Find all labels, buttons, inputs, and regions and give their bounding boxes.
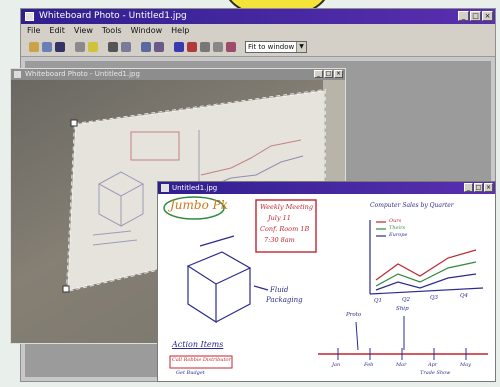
window-controls: _ □ ×: [458, 11, 493, 21]
doc-close-button[interactable]: ×: [484, 183, 493, 192]
document-window-controls: _ □ ×: [464, 183, 493, 192]
toolbar: Fit to window ▼: [21, 37, 495, 57]
menu-edit[interactable]: Edit: [49, 24, 65, 37]
meeting-note-1: Weekly Meeting: [260, 203, 313, 211]
timeline-mark-ship: Ship: [396, 306, 409, 312]
doc-minimize-button[interactable]: _: [464, 183, 473, 192]
close-button[interactable]: ×: [482, 11, 493, 21]
chart-tick-q3: Q3: [430, 295, 439, 301]
series-europe: [375, 273, 477, 291]
maximize-button[interactable]: □: [470, 11, 481, 21]
paint-icon[interactable]: [88, 41, 98, 52]
menu-window[interactable]: Window: [131, 24, 163, 37]
undo-icon[interactable]: [174, 41, 184, 52]
zoom-select[interactable]: Fit to window ▼: [245, 40, 307, 53]
chart-tick-q1: Q1: [374, 298, 383, 304]
action-item-2: Get Budget: [176, 370, 205, 376]
menu-view[interactable]: View: [74, 24, 93, 37]
photo-close-button[interactable]: ×: [334, 70, 343, 78]
crop-handle-tl[interactable]: [70, 119, 78, 127]
timeline-label-apr: Apr: [428, 362, 438, 368]
pen-icon[interactable]: [226, 41, 236, 52]
app-titlebar[interactable]: Whiteboard Photo - Untitled1.jpg _ □ ×: [21, 9, 495, 24]
whiteboard-document: Jumbo Pk Weekly Meeting July 11 Conf. Ro…: [158, 194, 495, 381]
document-window-titlebar[interactable]: Untitled1.jpg _ □ ×: [158, 182, 495, 194]
photo-window-title: Whiteboard Photo - Untitled1.jpg: [25, 70, 140, 78]
legend-europe: Europe: [389, 232, 408, 238]
photo-maximize-button[interactable]: □: [324, 70, 333, 78]
preview-icon[interactable]: [121, 41, 131, 52]
save-icon[interactable]: [42, 41, 52, 52]
redo-icon[interactable]: [187, 41, 197, 52]
box-note-1: Fluid: [270, 286, 289, 294]
project-title: Jumbo Pk: [170, 198, 228, 212]
cut-icon[interactable]: [75, 41, 85, 52]
menu-file[interactable]: File: [27, 24, 40, 37]
series-theirs: [375, 261, 477, 287]
timeline-label-may: May: [460, 362, 471, 368]
open-icon[interactable]: [29, 41, 39, 52]
chevron-down-icon: ▼: [296, 41, 306, 52]
meeting-note-4: 7:30 8am: [264, 236, 295, 244]
meeting-note-2: July 11: [268, 214, 291, 222]
timeline-mark-tradeshow: Trade Show: [420, 370, 451, 376]
zoom-value: Fit to window: [248, 42, 295, 51]
timeline-label-jan: Jan: [332, 362, 341, 368]
rotate-icon[interactable]: [200, 41, 210, 52]
menubar: File Edit View Tools Window Help: [21, 24, 495, 37]
copy-icon[interactable]: [141, 41, 151, 52]
chart-tick-q4: Q4: [460, 293, 469, 299]
meeting-note-3: Conf. Room 1B: [260, 225, 310, 233]
whiteboard-drawing: [163, 196, 488, 369]
crop-handle-bl[interactable]: [62, 285, 70, 293]
timeline-label-mar: Mar: [396, 362, 407, 368]
chart-title: Computer Sales by Quarter: [370, 202, 454, 209]
document-icon: [14, 71, 21, 78]
zoom-icon[interactable]: [213, 41, 223, 52]
document-window[interactable]: Untitled1.jpg _ □ × Jumbo Pk Weekly Meet…: [157, 181, 496, 382]
app-title: Whiteboard Photo - Untitled1.jpg: [39, 11, 187, 21]
box-note-2: Packaging: [266, 296, 303, 304]
doc-maximize-button[interactable]: □: [474, 183, 483, 192]
paste-icon[interactable]: [154, 41, 164, 52]
menu-tools[interactable]: Tools: [102, 24, 122, 37]
chart-axes: [369, 220, 484, 295]
document-icon: [161, 184, 169, 192]
legend-theirs: Theirs: [389, 225, 406, 231]
chart-tick-q2: Q2: [402, 297, 411, 303]
legend-ours: Ours: [389, 218, 402, 224]
minimize-button[interactable]: _: [458, 11, 469, 21]
menu-help[interactable]: Help: [171, 24, 189, 37]
photo-window-titlebar[interactable]: Whiteboard Photo - Untitled1.jpg _ □ ×: [11, 69, 345, 80]
photo-minimize-button[interactable]: _: [314, 70, 323, 78]
action-item-1: Call Robbie Distributor: [172, 357, 231, 363]
timeline-mark-proto: Proto: [346, 312, 362, 318]
disk-icon[interactable]: [55, 41, 65, 52]
action-items-title: Action Items: [172, 340, 224, 349]
timeline-label-feb: Feb: [364, 362, 374, 368]
document-window-title: Untitled1.jpg: [172, 184, 218, 192]
print-icon[interactable]: [108, 41, 118, 52]
app-icon: [25, 12, 34, 21]
